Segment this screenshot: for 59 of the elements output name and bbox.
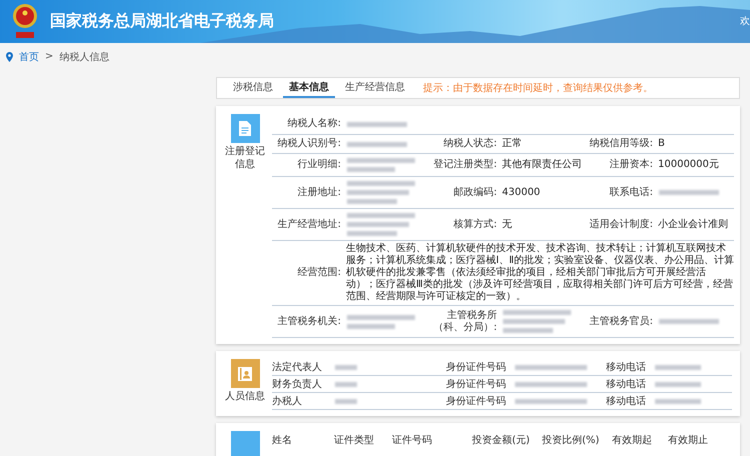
emblem-logo [10, 2, 40, 40]
field-label: 移动电话 [605, 378, 647, 391]
document-icon [239, 121, 251, 136]
field-label: 行业明细: [296, 159, 342, 171]
role-label: 办税人 [272, 394, 303, 408]
field-label: 联系电话: [608, 186, 654, 198]
hint-text: 提示：由于数据存在时间延时，查询结果仅供参考。 [423, 82, 653, 96]
home-link[interactable]: 首页 [19, 50, 39, 64]
field-label: 注册资本: [608, 159, 654, 171]
field-label: 移动电话 [605, 394, 647, 408]
field-value: 正常 [501, 136, 523, 151]
field-label: 身份证件号码 [445, 395, 507, 408]
field-label: 核算方式: [452, 218, 498, 230]
tab[interactable]: 生产经营信息 [339, 78, 411, 98]
icon-tile [230, 431, 260, 456]
field-value: 其他有限责任公司 [501, 158, 582, 172]
field-label: 适用会计制度: [588, 218, 654, 230]
tab[interactable]: 涉税信息 [227, 78, 279, 98]
field-value: 生物技术、医药、计算机软硬件的技术开发、技术咨询、技术转让；计算机互联网技术服务；计算机系统集成；医疗器械Ⅰ、Ⅱ的批发；实验室设备、仪器仪表、办公用品、计算机软硬件的批发兼零售（依法须经审批的项目，经相关部门审批后方可开展经营活动）；医疗器械Ⅲ类的批发（涉及许可经营项目，应取得相关部门许可后方可经营，经营范围、经营期限与许可证核定的一致）。 [345, 242, 734, 304]
column-header: 姓名 [272, 434, 293, 447]
field-label: 身份证件号码 [445, 361, 507, 374]
field-value: 无 [501, 218, 513, 232]
field-value: 10000000元 [657, 158, 720, 172]
breadcrumb-separator: > [45, 51, 54, 62]
column-header: 证件号码 [392, 434, 433, 447]
column-header: 有效期起 [612, 434, 653, 447]
column-header: 投资金额(元) [472, 434, 531, 447]
greeting-text: 欢 [740, 15, 750, 28]
breadcrumb-current: 纳税人信息 [59, 50, 110, 64]
field-label: 身份证件号码 [445, 378, 507, 391]
field-value: 小企业会计准则 [657, 218, 729, 232]
blurred-value [656, 316, 722, 327]
field-value: B [657, 137, 666, 151]
section-title: 注册登记信息 [224, 146, 266, 171]
field-label: 纳税人状态: [442, 138, 498, 150]
field-label: 邮政编码: [452, 186, 498, 198]
section-title: 人员信息 [224, 391, 266, 404]
column-header: 有效期止 [668, 434, 709, 447]
tab[interactable]: 基本信息 [283, 78, 335, 98]
location-pin-icon [6, 52, 13, 62]
field-label: 主管税务所（科、分局）: [432, 310, 498, 334]
field-label: 注册地址: [296, 186, 342, 198]
column-header: 投资比例(%) [542, 434, 600, 447]
field-label: 主管税务机关: [276, 316, 342, 328]
field-label: 主管税务官员: [588, 316, 654, 328]
contact-card-icon [238, 366, 252, 380]
column-header: 证件类型 [334, 434, 375, 447]
role-label: 法定代表人 [272, 360, 323, 374]
role-label: 财务负责人 [272, 378, 323, 391]
field-label: 移动电话 [605, 360, 647, 374]
field-label: 纳税人名称: [286, 118, 342, 130]
field-label: 纳税信用等级: [588, 138, 654, 150]
field-label: 经营范围: [296, 267, 342, 279]
field-label: 生产经营地址: [276, 218, 342, 230]
site-title: 国家税务总局湖北省电子税务局 [50, 11, 274, 32]
field-label: 登记注册类型: [432, 159, 498, 171]
field-label: 纳税人识别号: [276, 138, 342, 150]
field-value: 430000 [501, 186, 542, 200]
blurred-value [656, 187, 722, 198]
